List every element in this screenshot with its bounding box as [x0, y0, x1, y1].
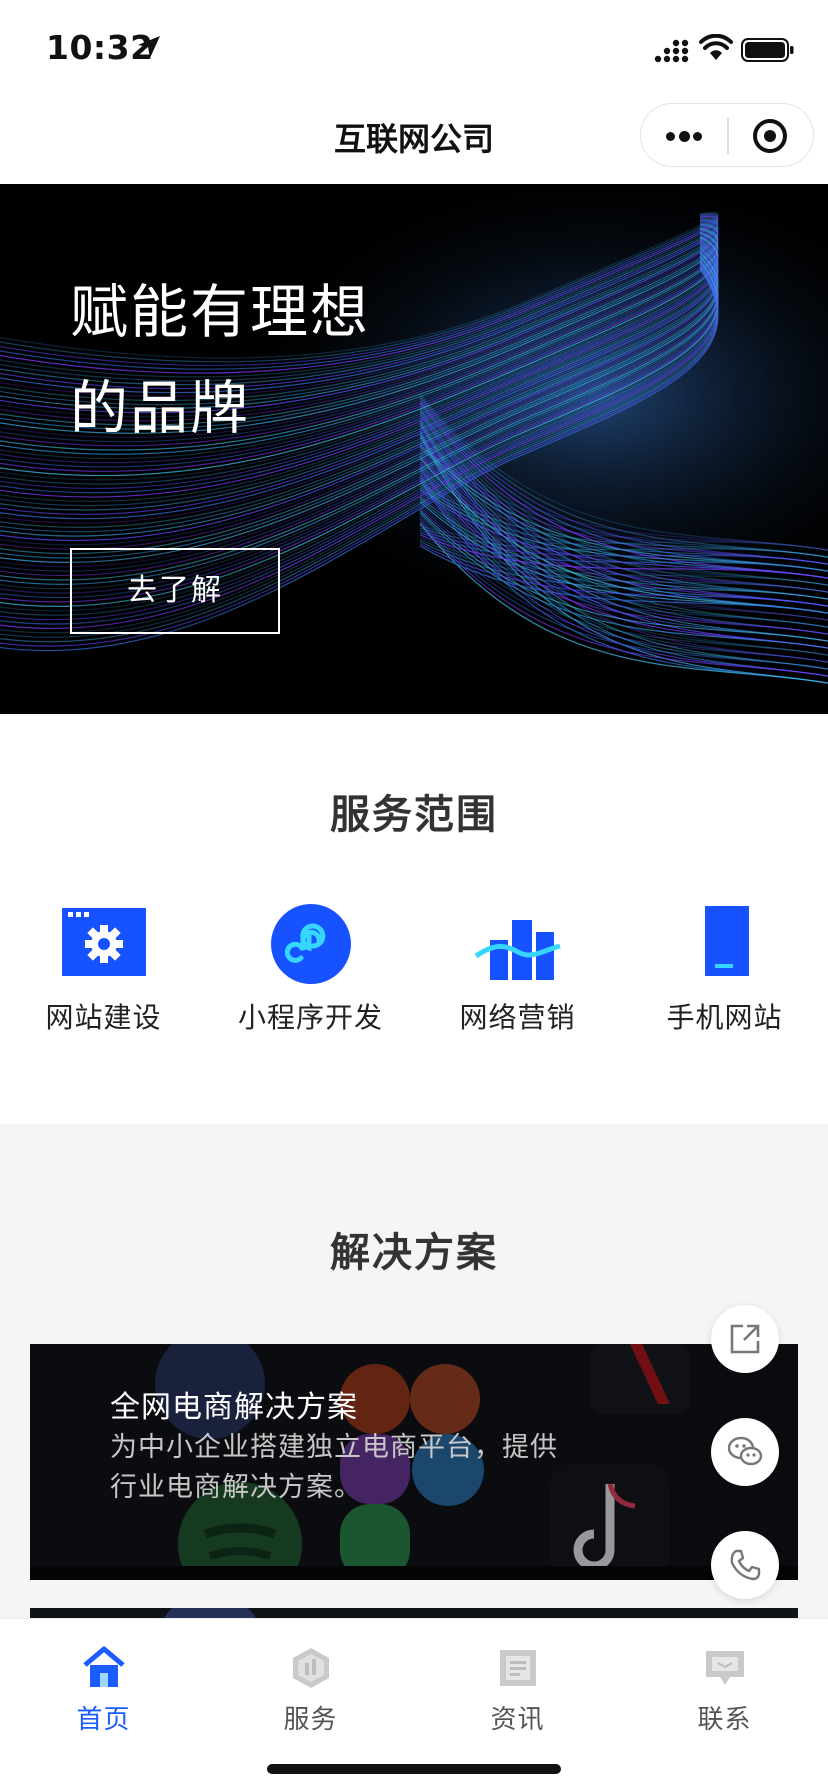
more-button[interactable]: [641, 104, 727, 168]
wifi-icon: [699, 34, 733, 60]
tab-label: 联系: [697, 1705, 752, 1735]
close-target-dot: [764, 130, 776, 142]
service-item-mobile-site[interactable]: 手机网站: [621, 900, 828, 1040]
close-button[interactable]: [729, 104, 815, 168]
tab-label: 服务: [283, 1705, 338, 1735]
share-button[interactable]: [711, 1305, 779, 1373]
service-item-website[interactable]: 网站建设: [0, 900, 207, 1040]
mobile-phone-icon: [705, 906, 749, 976]
service-label: 小程序开发: [237, 1001, 383, 1034]
website-gear-icon: [62, 908, 146, 976]
service-label: 网站建设: [45, 1001, 162, 1034]
wechat-icon: [727, 1436, 763, 1466]
tab-contact[interactable]: 联系: [621, 1633, 828, 1735]
cellular-signal-icon: [654, 39, 689, 63]
service-hexagon-icon: [293, 1648, 329, 1688]
solution-card-title: 全网电商解决方案: [110, 1390, 358, 1425]
news-icon: [500, 1650, 536, 1686]
solution-card-description: 为中小企业搭建独立电商平台，提供行业电商解决方案。: [110, 1432, 558, 1503]
more-icon: [666, 132, 675, 141]
home-indicator: [267, 1764, 561, 1774]
status-bar: 10:32: [0, 0, 828, 92]
more-icon-dot: [679, 131, 690, 142]
service-item-marketing[interactable]: 网络营销: [414, 900, 621, 1040]
tab-label: 资讯: [490, 1705, 545, 1735]
phone-icon: [730, 1549, 761, 1581]
marketing-chart-icon: [474, 920, 561, 980]
location-arrow-icon: [138, 36, 160, 58]
banner-title-line-2: 的品牌: [70, 374, 251, 442]
services-title: 服务范围: [330, 792, 498, 838]
services-section: 服务范围 网站建设 小程序开发 网络营销 手机网站: [0, 714, 828, 1124]
contact-chat-icon: [706, 1651, 744, 1685]
wechat-button[interactable]: [711, 1418, 779, 1486]
tab-news[interactable]: 资讯: [414, 1633, 621, 1735]
share-icon: [730, 1324, 760, 1354]
service-item-mini-program[interactable]: 小程序开发: [207, 900, 414, 1040]
more-icon-dot: [693, 132, 702, 141]
battery-icon: [741, 38, 794, 62]
solution-card[interactable]: 全网电商解决方案 为中小企业搭建独立电商平台，提供行业电商解决方案。: [30, 1344, 798, 1580]
tab-service[interactable]: 服务: [207, 1633, 414, 1735]
nav-bar: 互联网公司: [0, 92, 828, 184]
solutions-title: 解决方案: [330, 1230, 498, 1276]
phone-button[interactable]: [711, 1531, 779, 1599]
tab-home[interactable]: 首页: [0, 1633, 207, 1735]
page: 10:32 互联网公司 赋能有理想 的品牌 去了解 服务范围 网站建设 小程序开…: [0, 0, 828, 1792]
home-icon: [83, 1646, 125, 1687]
tab-label: 首页: [76, 1705, 131, 1735]
learn-more-button[interactable]: 去了解: [70, 548, 280, 634]
service-label: 手机网站: [666, 1001, 783, 1034]
mini-program-capsule: [640, 103, 814, 167]
banner-title-line-1: 赋能有理想: [70, 278, 371, 346]
hero-banner: 赋能有理想 的品牌 去了解: [0, 184, 828, 714]
banner-title: 赋能有理想 的品牌: [70, 264, 410, 456]
card-bottom-edge: [30, 1566, 798, 1580]
service-label: 网络营销: [459, 1001, 576, 1034]
mini-program-icon: [271, 904, 351, 984]
